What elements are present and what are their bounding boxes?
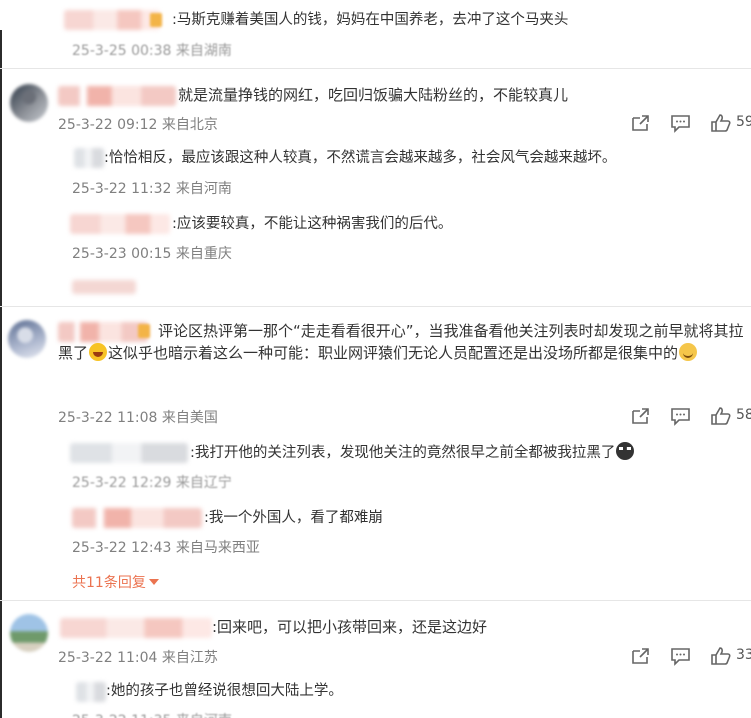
reply-username[interactable]	[74, 148, 104, 168]
share-icon[interactable]	[630, 113, 652, 133]
divider	[0, 600, 751, 601]
reply-username[interactable]	[72, 508, 202, 528]
reply-username[interactable]	[70, 214, 170, 234]
reply-text: :应该要较真，不能让这种祸害我们的后代。	[172, 216, 453, 232]
reply-meta: 25-3-22 11:32 来自河南	[72, 181, 232, 197]
comment-text: 评论区热评第一那个“走走看看很开心”，当我准备看他关注列表时却发现之前早就将其拉…	[58, 322, 744, 362]
divider	[0, 306, 751, 307]
thumbs-up-icon[interactable]	[710, 406, 732, 426]
reply-text: :马斯克赚着美国人的钱，妈妈在中国养老，去冲了这个马夹头	[172, 12, 569, 28]
like-count: 58	[736, 407, 751, 423]
comment-meta: 25-3-22 11:04 来自江苏	[58, 650, 218, 666]
comment-meta: 25-3-22 09:12 来自北京	[58, 117, 218, 133]
crying-emoji-icon	[616, 442, 635, 460]
divider	[0, 68, 751, 69]
reply-meta: 25-3-22 11:35 来自河南	[72, 710, 232, 718]
comment-actions: 58	[630, 406, 751, 426]
scroll-edge	[0, 30, 2, 718]
reply-meta: 25-3-22 12:29 来自辽宁	[72, 475, 232, 491]
laughing-emoji-icon	[89, 343, 108, 361]
comment-icon[interactable]	[670, 113, 692, 133]
comment-actions: 59	[630, 113, 751, 133]
comment-text: :回来吧，可以把小孩带回来，还是这边好	[212, 618, 488, 636]
avatar[interactable]	[8, 320, 46, 358]
reply-text: :恰恰相反，最应该跟这种人较真，不然谎言会越来越多，社会风气会越来越坏。	[104, 150, 617, 166]
thumbs-up-icon[interactable]	[710, 646, 732, 666]
smiling-emoji-icon	[679, 343, 698, 361]
like-count: 33	[736, 647, 751, 663]
reply-meta: 25-3-25 00:38 来自湖南	[72, 43, 232, 59]
reply-text: :我一个外国人，看了都难崩	[204, 510, 383, 526]
reply-meta: 25-3-23 00:15 来自重庆	[72, 246, 232, 262]
like-count: 59	[736, 114, 751, 130]
comment-icon[interactable]	[670, 646, 692, 666]
comment-icon[interactable]	[670, 406, 692, 426]
share-icon[interactable]	[630, 646, 652, 666]
share-icon[interactable]	[630, 406, 652, 426]
thumbs-up-icon[interactable]	[710, 113, 732, 133]
comment-thread: :马斯克赚着美国人的钱，妈妈在中国养老，去冲了这个马夹头 25-3-25 00:…	[0, 0, 751, 718]
reply-text: :她的孩子也曾经说很想回大陆上学。	[106, 683, 343, 699]
caret-down-icon	[148, 579, 159, 585]
reply-username[interactable]	[76, 682, 106, 702]
comment-text: 就是流量挣钱的网红，吃回归饭骗大陆粉丝的，不能较真儿	[178, 86, 569, 104]
avatar[interactable]	[10, 84, 48, 122]
more-replies-link[interactable]	[72, 280, 136, 294]
comment-meta: 25-3-22 11:08 来自美国	[58, 410, 218, 426]
reply-username[interactable]	[70, 443, 188, 463]
reply-username[interactable]	[64, 10, 160, 30]
reply-text: :我打开他的关注列表，发现他关注的竟然很早之前全都被我拉黑了	[190, 442, 635, 464]
user-badge-icon	[150, 13, 162, 27]
comment-username[interactable]	[60, 618, 212, 638]
comment-username[interactable]	[58, 86, 176, 106]
more-replies-link[interactable]: 共11条回复	[72, 572, 159, 592]
reply-meta: 25-3-22 12:43 来自马来西亚	[72, 540, 260, 556]
avatar[interactable]	[10, 614, 48, 652]
comment-actions: 33	[630, 646, 751, 666]
